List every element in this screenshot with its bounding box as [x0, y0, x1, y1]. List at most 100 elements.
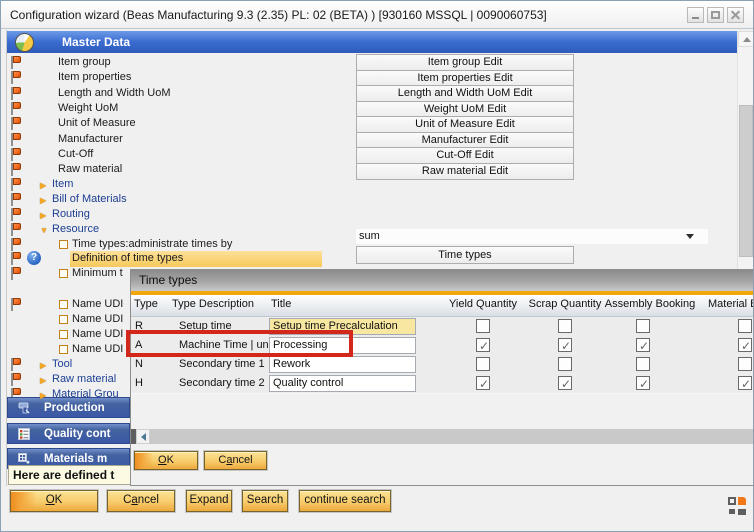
cut-off-edit-button[interactable]: Cut-Off Edit [356, 147, 574, 164]
tree-item-label: Length and Width UoM [58, 86, 171, 101]
tree-item-definition-of-time-types[interactable]: ? Definition of time types [7, 251, 352, 267]
flag-icon [10, 117, 23, 130]
tree-checkbox[interactable] [59, 345, 68, 354]
tree-checkbox[interactable] [59, 300, 68, 309]
scrap-quantity-checkbox[interactable] [558, 338, 572, 352]
expand-button[interactable]: Expand [186, 490, 232, 512]
tree-item-unit-of-measure[interactable]: Unit of Measure [7, 116, 352, 132]
tree-branch-routing[interactable]: ▶Routing [7, 207, 352, 223]
column-header-assembly-booking[interactable]: Assembly Booking [595, 298, 705, 310]
tree-checkbox[interactable] [59, 240, 68, 249]
column-header-yield-quantity[interactable]: Yield Quantity [443, 298, 523, 310]
column-header-scrap-quantity[interactable]: Scrap Quantity [525, 298, 605, 310]
scroll-up-icon[interactable] [738, 31, 754, 47]
item-group-edit-button[interactable]: Item group Edit [356, 54, 574, 71]
tree-item-label: Item [52, 177, 73, 192]
material-booking-checkbox[interactable] [738, 357, 752, 371]
weight-uom-edit-button[interactable]: Weight UoM Edit [356, 101, 574, 118]
chevron-right-icon[interactable]: ▶ [40, 388, 46, 403]
raw-material-edit-button[interactable]: Raw material Edit [356, 163, 574, 180]
time-types-dialog: Time types Type Type Description Title Y… [130, 269, 754, 486]
section-quality-control[interactable]: Quality cont [7, 423, 130, 444]
tree-checkbox[interactable] [59, 269, 68, 278]
scroll-left-icon[interactable] [136, 429, 150, 444]
tree-branch-resource[interactable]: ▼Resource [7, 222, 352, 238]
continue-search-button[interactable]: continue search [299, 490, 391, 512]
table-row-secondary-time-2[interactable]: H Secondary time 2 Quality control [131, 374, 753, 394]
tree-item-raw-material[interactable]: Raw material [7, 162, 352, 178]
flag-icon [10, 71, 23, 84]
column-header-material-booking[interactable]: Material Bo [708, 298, 754, 310]
administrate-times-dropdown[interactable]: sum [356, 229, 708, 244]
cancel-button[interactable]: Cancel [107, 490, 175, 512]
red-highlight-box [126, 330, 353, 357]
scrap-quantity-checkbox[interactable] [558, 357, 572, 371]
search-button[interactable]: Search [242, 490, 288, 512]
length-width-uom-edit-button[interactable]: Length and Width UoM Edit [356, 85, 574, 102]
material-booking-checkbox[interactable] [738, 338, 752, 352]
chevron-right-icon[interactable]: ▶ [40, 358, 46, 373]
help-icon[interactable]: ? [27, 251, 41, 265]
tree-item-item-group[interactable]: Item group [7, 55, 352, 71]
tree-checkbox[interactable] [59, 315, 68, 324]
tree-item-label: Name UDI [72, 297, 123, 312]
minimize-icon[interactable] [687, 7, 704, 23]
item-properties-edit-button[interactable]: Item properties Edit [356, 70, 574, 87]
assembly-booking-checkbox[interactable] [636, 357, 650, 371]
flag-icon [10, 133, 23, 146]
time-types-button[interactable]: Time types [356, 246, 574, 264]
chevron-right-icon[interactable]: ▶ [40, 373, 46, 388]
material-booking-checkbox[interactable] [738, 319, 752, 333]
cell-type: N [135, 355, 143, 373]
manufacturer-edit-button[interactable]: Manufacturer Edit [356, 132, 574, 149]
scrollbar-track[interactable] [150, 429, 753, 444]
chevron-right-icon[interactable]: ▶ [40, 193, 46, 208]
material-booking-checkbox[interactable] [738, 376, 752, 390]
assembly-booking-checkbox[interactable] [636, 319, 650, 333]
assembly-booking-checkbox[interactable] [636, 338, 650, 352]
cell-title[interactable]: Quality control [269, 375, 416, 392]
ok-button[interactable]: OK [10, 490, 98, 512]
table-header: Type Type Description Title Yield Quanti… [131, 295, 753, 317]
flag-icon [10, 178, 23, 191]
vertical-scrollbar[interactable] [737, 31, 754, 269]
tree-item-label: Bill of Materials [52, 192, 127, 207]
tree-item-label: Item properties [58, 70, 131, 85]
chevron-right-icon[interactable]: ▶ [40, 178, 46, 193]
yield-quantity-checkbox[interactable] [476, 357, 490, 371]
tree-branch-item[interactable]: ▶ Item [7, 177, 352, 193]
dialog-ok-button[interactable]: OK [134, 451, 198, 470]
yield-quantity-checkbox[interactable] [476, 338, 490, 352]
tree-branch-bill-of-materials[interactable]: ▶ Bill of Materials [7, 192, 352, 208]
master-data-header[interactable]: Master Data [7, 31, 737, 53]
horizontal-scrollbar[interactable] [131, 429, 753, 444]
unit-of-measure-edit-button[interactable]: Unit of Measure Edit [356, 116, 574, 133]
tree-item-cut-off[interactable]: Cut-Off [7, 147, 352, 163]
tree-item-length-width-uom[interactable]: Length and Width UoM [7, 86, 352, 102]
assembly-booking-checkbox[interactable] [636, 376, 650, 390]
scrap-quantity-checkbox[interactable] [558, 376, 572, 390]
tree-item-label: Time types:administrate times by [72, 237, 232, 252]
cell-title[interactable]: Rework [269, 356, 416, 373]
tree-item-manufacturer[interactable]: Manufacturer [7, 132, 352, 148]
maximize-icon[interactable] [707, 7, 724, 23]
chevron-right-icon[interactable]: ▶ [40, 208, 46, 223]
tree-item-label: Raw material [58, 162, 122, 177]
tree-item-label: Manufacturer [58, 132, 123, 147]
dialog-cancel-button[interactable]: Cancel [204, 451, 267, 470]
table-row-secondary-time-1[interactable]: N Secondary time 1 Rework [131, 355, 753, 375]
column-header-type-description[interactable]: Type Description [153, 298, 273, 310]
scrollbar-thumb[interactable] [739, 105, 753, 257]
flag-icon [10, 208, 23, 221]
yield-quantity-checkbox[interactable] [476, 319, 490, 333]
dropdown-arrow-icon[interactable] [686, 234, 694, 239]
chevron-down-icon[interactable]: ▼ [40, 223, 48, 238]
tree-item-item-properties[interactable]: Item properties [7, 70, 352, 86]
dialog-title[interactable]: Time types [131, 270, 753, 291]
scrap-quantity-checkbox[interactable] [558, 319, 572, 333]
close-icon[interactable] [727, 7, 744, 23]
yield-quantity-checkbox[interactable] [476, 376, 490, 390]
tree-item-weight-uom[interactable]: Weight UoM [7, 101, 352, 117]
column-header-title[interactable]: Title [271, 298, 291, 310]
tree-checkbox[interactable] [59, 330, 68, 339]
